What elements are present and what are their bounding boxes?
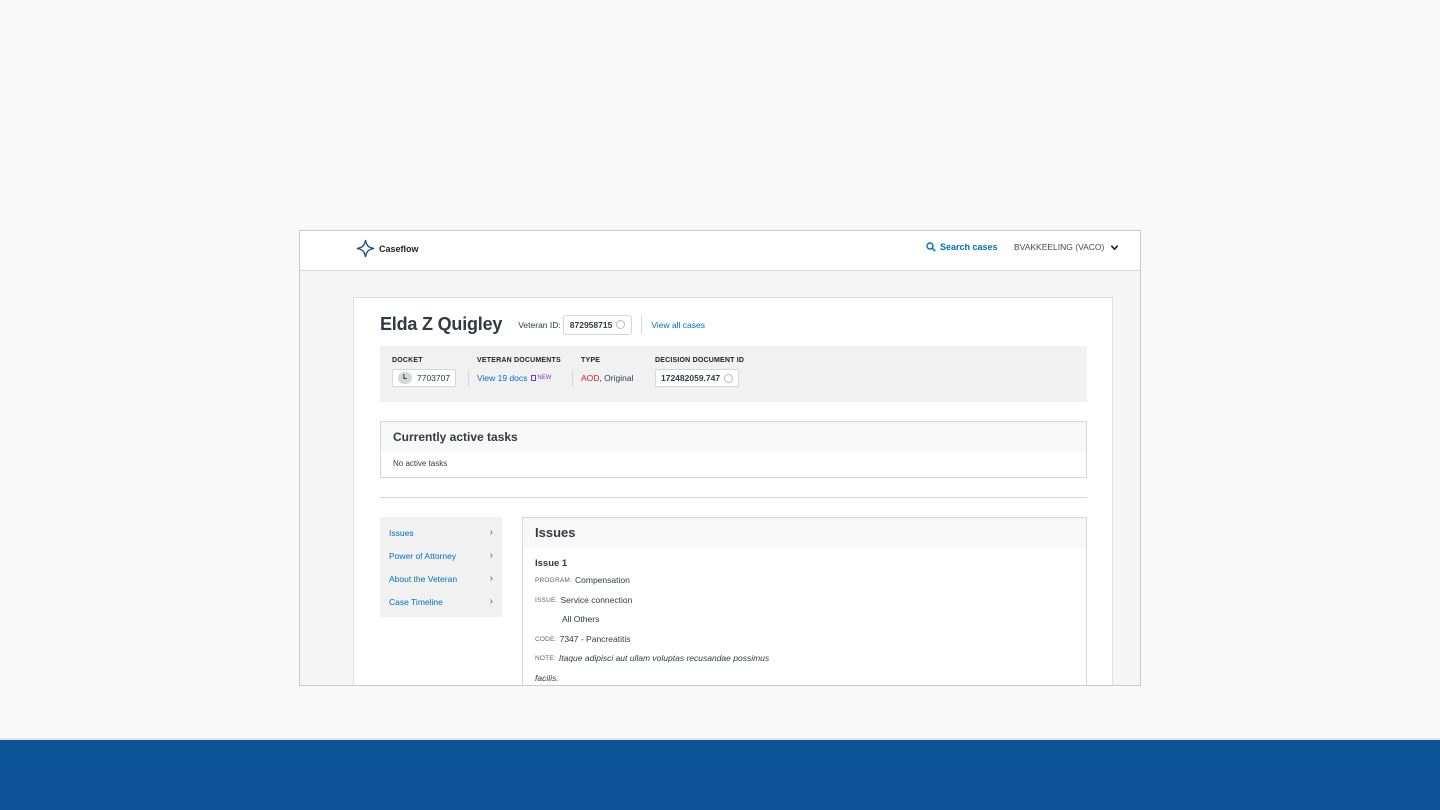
document-icon [531,375,537,381]
docket-column: DOCKET L 7703707 [392,357,457,387]
chevron-down-icon [1111,244,1119,250]
type-value: , Original [599,373,634,383]
aod-label: AOD [581,373,600,383]
issue-program-row: PROGRAM: Compensation [535,575,1074,595]
search-cases-label: Search cases [940,242,998,252]
issue-title: Issue 1 [535,558,568,569]
chevron-right-icon: › [489,550,493,561]
issue-note-row: NOTE: Itaque adipisci aut ullam voluptas… [535,653,1074,673]
issue-issue-row: ISSUE: Service connection [535,595,1074,615]
issues-section: Issues Issue 1 PROGRAM: Compensation ISS… [522,517,1087,686]
footer-band [0,738,1440,810]
new-docs-badge: NEW [531,375,551,381]
copy-icon [616,320,626,329]
sidenav-item-issues[interactable]: Issues › [380,521,502,544]
caseflow-logo[interactable]: Caseflow [356,239,419,258]
decision-id-value: 172482059.747 [661,373,721,383]
user-menu-dropdown[interactable]: BVAKKEELING (VACO) [1014,242,1119,252]
issue-value: Service connection [560,594,633,605]
chevron-right-icon: › [489,527,493,538]
user-name: BVAKKEELING (VACO) [1014,242,1105,252]
active-tasks-section: Currently active tasks No active tasks [380,421,1087,478]
veteran-name: Elda Z Quigley [380,314,503,334]
issue-note-row-2: facilis. [535,672,1074,686]
case-sidenav: Issues › Power of Attorney › About the V… [380,517,502,617]
chevron-right-icon: › [489,573,493,584]
issue-details: Issue 1 PROGRAM: Compensation ISSUE: Ser… [523,548,1086,686]
divider [572,370,573,386]
sidenav-item-case-timeline[interactable]: Case Timeline › [380,590,502,613]
sidenav-item-power-of-attorney[interactable]: Power of Attorney › [380,544,502,567]
veteran-documents-header: VETERAN DOCUMENTS [477,357,561,364]
sidenav-item-about-veteran[interactable]: About the Veteran › [380,567,502,590]
sidenav-item-label: Power of Attorney [389,550,457,561]
view-docs-link[interactable]: View 19 docs [477,373,527,383]
code-value: 7347 - Pancreatitis [559,633,631,644]
decision-document-header: DECISION DOCUMENT ID [655,357,745,364]
docket-type-badge: L [398,372,412,384]
caseflow-logo-icon [356,239,375,258]
docket-header: DOCKET [392,357,423,364]
veteran-id-label: Veteran ID: [518,319,561,330]
docket-number-box: L 7703707 [392,369,457,387]
new-badge-label: NEW [537,375,552,381]
chevron-right-icon: › [489,596,493,607]
search-icon [926,242,936,252]
sidenav-item-label: About the Veteran [389,573,458,584]
docket-number: 7703707 [417,373,451,383]
note-text-line-2: facilis. [535,672,559,683]
decision-id-copy-button[interactable]: 172482059.747 [655,369,740,387]
divider [468,370,469,386]
issue-sub-row: All Others [535,614,1074,634]
divider [641,315,643,334]
top-navbar: Caseflow Search cases BVAKKEELING (VACO) [300,231,1140,271]
sidenav-item-label: Case Timeline [389,596,443,607]
copy-icon [724,373,734,383]
view-all-cases-link[interactable]: View all cases [651,320,705,330]
program-label: PROGRAM: [535,577,572,584]
app-name: Caseflow [379,243,419,254]
issue-sub-value: All Others [562,614,600,624]
section-divider [380,497,1087,498]
code-label: CODE: [535,635,557,643]
note-text-line-1: Itaque adipisci aut ullam voluptas recus… [558,653,770,663]
search-cases-link[interactable]: Search cases [926,242,998,252]
veteran-documents-column: VETERAN DOCUMENTS View 19 docs NEW [477,357,561,383]
case-summary-bar: DOCKET L 7703707 VETERAN DOCUMENTS View … [380,346,1087,402]
veteran-id-value: 872958715 [569,319,613,330]
note-label: NOTE: [535,655,556,662]
type-column: TYPE AOD , Original [581,357,633,383]
issues-title: Issues [523,518,1086,548]
decision-document-column: DECISION DOCUMENT ID 172482059.747 [655,357,744,387]
veteran-id-copy-button[interactable]: 872958715 [562,314,633,335]
issue-label: ISSUE: [535,596,558,604]
issue-code-row: CODE: 7347 - Pancreatitis [535,634,1074,654]
program-value: Compensation [575,575,630,585]
type-header: TYPE [581,357,601,364]
case-details-panel: Elda Z Quigley Veteran ID: 872958715 Vie… [353,297,1113,686]
active-tasks-title: Currently active tasks [381,422,1086,452]
veteran-title-row: Elda Z Quigley Veteran ID: 872958715 Vie… [380,314,705,335]
sidenav-item-label: Issues [389,527,414,538]
no-active-tasks-text: No active tasks [393,459,448,468]
app-window: Caseflow Search cases BVAKKEELING (VACO)… [299,230,1141,686]
